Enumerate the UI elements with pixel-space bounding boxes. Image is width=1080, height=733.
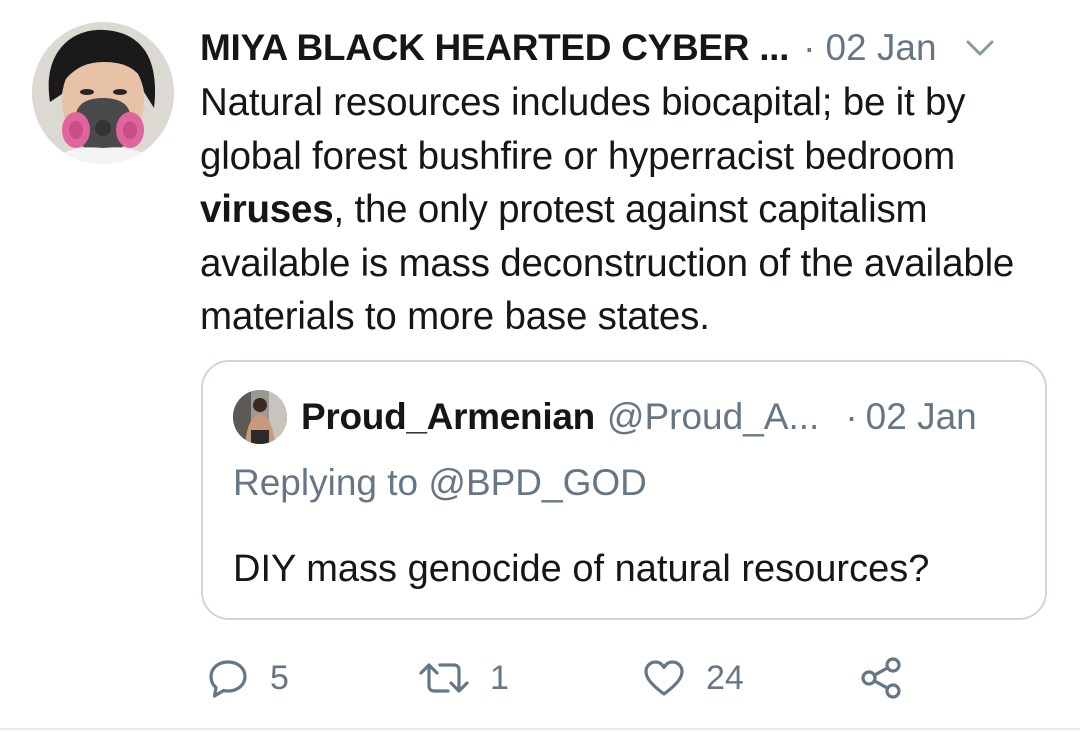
retweet-button[interactable]: 1: [418, 650, 509, 706]
quoted-author-avatar[interactable]: [233, 390, 287, 444]
share-icon[interactable]: [860, 656, 904, 700]
like-count: 24: [706, 658, 744, 697]
tweet-body-bold: viruses: [200, 188, 334, 231]
quoted-tweet-header: Proud_Armenian @Proud_A... · 02 Jan: [301, 392, 977, 442]
quoted-author-display-name[interactable]: Proud_Armenian: [301, 396, 595, 438]
chevron-down-icon[interactable]: [965, 38, 995, 58]
tweet-body-text: Natural resources includes biocapital; b…: [200, 81, 966, 178]
quoted-tweet[interactable]: Proud_Armenian @Proud_A... · 02 Jan Repl…: [201, 360, 1047, 620]
author-display-name[interactable]: MIYA BLACK HEARTED CYBER ...: [200, 27, 789, 69]
quoted-tweet-date[interactable]: 02 Jan: [866, 396, 977, 438]
quoted-author-handle[interactable]: @Proud_A...: [607, 396, 819, 438]
author-avatar[interactable]: [32, 22, 174, 164]
retweet-count: 1: [490, 658, 509, 697]
retweet-icon[interactable]: [418, 656, 470, 700]
header-separator: ·: [803, 27, 816, 68]
reply-icon[interactable]: [206, 656, 250, 700]
reply-button[interactable]: 5: [206, 650, 289, 706]
tweet-divider: [0, 728, 1080, 730]
avatar-image: [32, 22, 174, 164]
tweet[interactable]: MIYA BLACK HEARTED CYBER ... · 02 Jan Na…: [0, 0, 1080, 733]
tweet-header: MIYA BLACK HEARTED CYBER ... · 02 Jan: [200, 22, 1050, 74]
quoted-tweet-text: DIY mass genocide of natural resources?: [233, 548, 930, 590]
quoted-header-separator: ·: [845, 396, 858, 437]
tweet-date[interactable]: 02 Jan: [825, 27, 936, 69]
tweet-actions: 5 1 24: [0, 650, 1080, 706]
like-button[interactable]: 24: [642, 650, 744, 706]
share-button[interactable]: [860, 650, 904, 706]
heart-icon[interactable]: [642, 656, 686, 700]
replying-to-label[interactable]: Replying to @BPD_GOD: [233, 462, 647, 504]
tweet-body: Natural resources includes biocapital; b…: [200, 76, 1060, 344]
reply-count: 5: [270, 658, 289, 697]
quoted-avatar-image: [233, 390, 287, 444]
